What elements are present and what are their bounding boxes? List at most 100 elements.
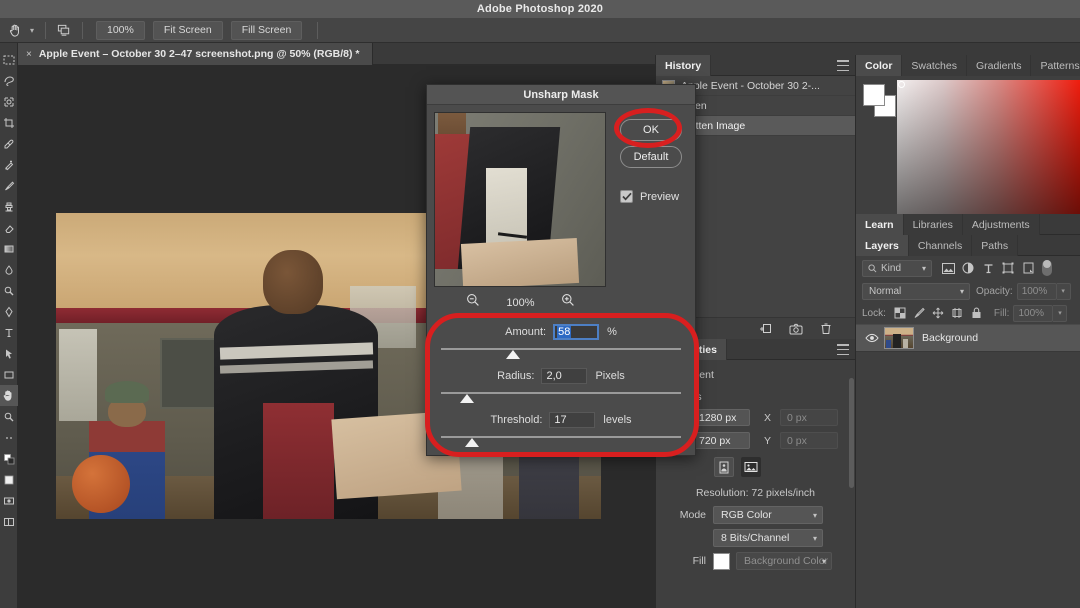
zoom-tool[interactable] — [0, 406, 18, 427]
close-icon[interactable]: × — [26, 49, 32, 60]
threshold-slider-thumb[interactable] — [465, 438, 479, 447]
color-spectrum-field[interactable] — [897, 80, 1080, 214]
healing-brush-tool[interactable] — [0, 154, 18, 175]
landscape-orientation-icon[interactable] — [741, 457, 761, 477]
zoom-100-button[interactable]: 100% — [96, 21, 145, 40]
tab-libraries[interactable]: Libraries — [904, 214, 963, 235]
chevron-down-icon[interactable]: ▾ — [26, 19, 38, 41]
image-basketball — [72, 455, 129, 513]
create-snapshot-icon[interactable] — [789, 322, 803, 336]
edit-toolbar-icon[interactable] — [0, 427, 18, 448]
quick-mask-icon[interactable] — [0, 490, 18, 511]
pen-tool[interactable] — [0, 301, 18, 322]
tab-learn[interactable]: Learn — [856, 214, 904, 235]
color-mode-select[interactable]: RGB Color ▾ — [713, 506, 823, 524]
document-tab[interactable]: × Apple Event – October 30 2–47 screensh… — [18, 43, 373, 65]
amount-input[interactable]: 58 — [553, 324, 599, 340]
clone-stamp-tool[interactable] — [0, 196, 18, 217]
type-layers-filter-icon[interactable] — [978, 260, 998, 277]
options-bar: ▾ 100% Fit Screen Fill Screen — [0, 18, 1080, 43]
screen-mode-icon[interactable] — [0, 511, 18, 532]
object-selection-tool[interactable] — [0, 91, 18, 112]
tab-paths[interactable]: Paths — [972, 235, 1018, 256]
path-selection-tool[interactable] — [0, 343, 18, 364]
brush-tool[interactable] — [0, 175, 18, 196]
tab-swatches[interactable]: Swatches — [902, 55, 967, 76]
adjustment-layers-filter-icon[interactable] — [958, 260, 978, 277]
foreground-color-swatch[interactable] — [863, 84, 885, 106]
eyedropper-tool[interactable] — [0, 133, 18, 154]
lock-artboard-nesting-icon[interactable] — [948, 305, 967, 322]
type-tool[interactable] — [0, 322, 18, 343]
opacity-input[interactable]: 100% — [1017, 283, 1057, 300]
shape-layers-filter-icon[interactable] — [998, 260, 1018, 277]
hand-tool-icon[interactable] — [4, 19, 26, 41]
gradient-tool[interactable] — [0, 238, 18, 259]
tab-history[interactable]: History — [656, 55, 711, 76]
fit-screen-button[interactable]: Fit Screen — [153, 21, 223, 40]
amount-slider-thumb[interactable] — [506, 350, 520, 359]
radius-slider[interactable] — [441, 390, 681, 406]
tab-layers[interactable]: Layers — [856, 235, 909, 256]
tab-patterns[interactable]: Patterns — [1031, 55, 1080, 76]
tab-adjustments[interactable]: Adjustments — [963, 214, 1040, 235]
fill-select[interactable]: Background Color ▾ — [736, 552, 832, 570]
smart-object-filter-icon[interactable] — [1018, 260, 1038, 277]
width-input[interactable]: 1280 px — [692, 409, 750, 426]
default-colors-icon[interactable] — [0, 448, 18, 469]
tab-gradients[interactable]: Gradients — [967, 55, 1032, 76]
fill-screen-button[interactable]: Fill Screen — [231, 21, 303, 40]
shape-tool[interactable] — [0, 364, 18, 385]
panel-menu-icon[interactable] — [837, 344, 849, 355]
bit-depth-select[interactable]: 8 Bits/Channel ▾ — [713, 529, 823, 547]
pixel-layers-filter-icon[interactable] — [938, 260, 958, 277]
hand-tool[interactable] — [0, 385, 18, 406]
marquee-tool[interactable] — [0, 49, 18, 70]
zoom-out-icon[interactable] — [466, 293, 480, 312]
lock-all-icon[interactable] — [967, 305, 986, 322]
fill-stepper-icon[interactable]: ▾ — [1053, 305, 1067, 322]
color-swatches-icon[interactable] — [0, 469, 18, 490]
preview-checkbox-row[interactable]: Preview — [620, 190, 694, 203]
filter-toggle-switch[interactable] — [1042, 260, 1052, 276]
zoom-in-icon[interactable] — [561, 293, 575, 312]
dodge-tool[interactable] — [0, 280, 18, 301]
default-button[interactable]: Default — [620, 146, 682, 168]
properties-scrollbar[interactable] — [849, 378, 854, 488]
lasso-tool[interactable] — [0, 70, 18, 91]
amount-slider[interactable] — [441, 346, 681, 362]
delete-state-icon[interactable] — [819, 322, 833, 336]
arrange-documents-icon[interactable] — [53, 19, 75, 41]
tab-channels[interactable]: Channels — [909, 235, 972, 256]
panel-menu-icon[interactable] — [837, 60, 849, 71]
crop-tool[interactable] — [0, 112, 18, 133]
portrait-orientation-icon[interactable] — [714, 457, 734, 477]
options-separator-3 — [317, 22, 318, 39]
filter-preview[interactable] — [434, 112, 606, 287]
y-input[interactable]: 0 px — [780, 432, 838, 449]
blur-tool[interactable] — [0, 259, 18, 280]
new-document-from-state-icon[interactable] — [759, 322, 773, 336]
table-row[interactable]: Background — [856, 324, 1080, 352]
height-input[interactable]: 720 px — [692, 432, 750, 449]
search-icon — [868, 264, 877, 273]
lock-image-pixels-icon[interactable] — [910, 305, 929, 322]
filter-kind-select[interactable]: Kind ▾ — [862, 260, 932, 277]
color-panel-tabs: Color Swatches Gradients Patterns — [856, 55, 1080, 76]
blend-mode-select[interactable]: Normal ▾ — [862, 283, 970, 300]
ok-button[interactable]: OK — [620, 119, 682, 141]
radius-input[interactable]: 2,0 — [541, 368, 587, 384]
threshold-input[interactable]: 17 — [549, 412, 595, 428]
tab-color[interactable]: Color — [856, 55, 902, 76]
eraser-tool[interactable] — [0, 217, 18, 238]
radius-slider-thumb[interactable] — [460, 394, 474, 403]
x-input[interactable]: 0 px — [780, 409, 838, 426]
opacity-stepper-icon[interactable]: ▾ — [1057, 283, 1071, 300]
preview-checkbox[interactable] — [620, 190, 633, 203]
fill-input[interactable]: 100% — [1013, 305, 1053, 322]
lock-position-icon[interactable] — [929, 305, 948, 322]
threshold-slider[interactable] — [441, 434, 681, 450]
fill-color-swatch[interactable] — [713, 553, 730, 570]
lock-transparent-pixels-icon[interactable] — [891, 305, 910, 322]
eye-icon[interactable] — [860, 333, 884, 343]
